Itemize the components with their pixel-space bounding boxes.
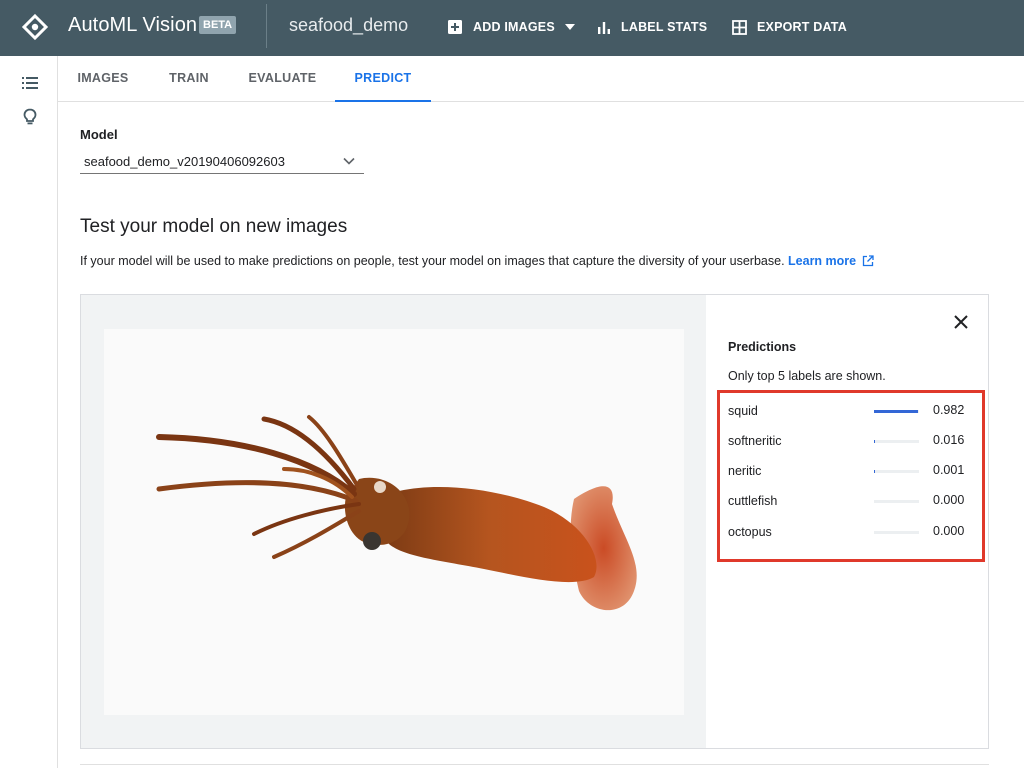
prediction-score-bar bbox=[874, 440, 919, 443]
prediction-score-bar bbox=[874, 410, 919, 413]
prediction-score: 0.000 bbox=[933, 524, 965, 538]
tab-train[interactable]: TRAIN bbox=[163, 56, 215, 102]
prediction-row: cuttlefish 0.000 bbox=[728, 492, 968, 512]
top-app-bar: AutoML Vision BETA seafood_demo ADD IMAG… bbox=[0, 0, 1024, 56]
prediction-score: 0.982 bbox=[933, 403, 965, 417]
prediction-panel: Predictions Only top 5 labels are shown.… bbox=[80, 294, 989, 749]
dropdown-arrow-icon bbox=[564, 24, 575, 30]
squid-image bbox=[156, 415, 637, 611]
learn-more-link[interactable]: Learn more bbox=[788, 254, 874, 268]
bottom-divider bbox=[80, 764, 989, 765]
test-image-area bbox=[81, 295, 706, 748]
tab-bar: IMAGES TRAIN EVALUATE PREDICT bbox=[58, 56, 1024, 102]
prediction-score-bar bbox=[874, 470, 919, 473]
grid-icon bbox=[732, 19, 747, 35]
prediction-label: squid bbox=[728, 404, 758, 418]
lightbulb-icon[interactable] bbox=[21, 108, 39, 126]
section-title: Test your model on new images bbox=[80, 216, 348, 237]
prediction-score: 0.000 bbox=[933, 493, 965, 507]
export-data-button[interactable]: EXPORT DATA bbox=[732, 17, 847, 37]
model-select-value: seafood_demo_v20190406092603 bbox=[84, 154, 285, 169]
prediction-row: squid 0.982 bbox=[728, 402, 968, 422]
chevron-down-icon bbox=[343, 157, 355, 165]
prediction-score-bar bbox=[874, 500, 919, 503]
tab-evaluate[interactable]: EVALUATE bbox=[244, 56, 321, 102]
close-icon[interactable] bbox=[952, 313, 970, 331]
app-title: AutoML Vision bbox=[68, 14, 198, 36]
list-icon[interactable] bbox=[21, 74, 39, 92]
add-images-button[interactable]: ADD IMAGES bbox=[447, 17, 585, 37]
tab-predict[interactable]: PREDICT bbox=[335, 56, 431, 102]
predictions-title: Predictions bbox=[728, 340, 797, 354]
prediction-score: 0.016 bbox=[933, 433, 965, 447]
prediction-row: octopus 0.000 bbox=[728, 523, 968, 543]
prediction-row: neritic 0.001 bbox=[728, 462, 968, 482]
export-data-label: EXPORT DATA bbox=[757, 20, 847, 34]
bar-chart-icon bbox=[598, 22, 610, 34]
prediction-label: cuttlefish bbox=[728, 494, 778, 508]
prediction-score-fill bbox=[874, 410, 919, 413]
model-select[interactable]: seafood_demo_v20190406092603 bbox=[80, 150, 364, 174]
add-box-icon bbox=[448, 20, 462, 34]
automl-logo-icon[interactable] bbox=[21, 13, 49, 41]
label-stats-label: LABEL STATS bbox=[621, 20, 708, 34]
prediction-score-fill bbox=[874, 440, 875, 443]
tab-images[interactable]: IMAGES bbox=[72, 56, 134, 102]
add-images-label: ADD IMAGES bbox=[473, 20, 555, 34]
beta-badge: BETA bbox=[199, 16, 237, 34]
topbar-divider bbox=[266, 4, 267, 48]
label-stats-button[interactable]: LABEL STATS bbox=[597, 17, 707, 37]
prediction-row: softneritic 0.016 bbox=[728, 432, 968, 452]
prediction-label: octopus bbox=[728, 525, 772, 539]
model-label: Model bbox=[80, 127, 118, 142]
predictions-note: Only top 5 labels are shown. bbox=[728, 369, 886, 383]
prediction-label: neritic bbox=[728, 464, 762, 478]
prediction-score-fill bbox=[874, 470, 875, 473]
project-name: seafood_demo bbox=[289, 15, 409, 35]
section-description: If your model will be used to make predi… bbox=[80, 254, 874, 268]
external-link-icon bbox=[862, 255, 874, 267]
learn-more-label: Learn more bbox=[788, 254, 857, 268]
description-text: If your model will be used to make predi… bbox=[80, 254, 785, 268]
prediction-label: softneritic bbox=[728, 434, 782, 448]
prediction-score-bar bbox=[874, 531, 919, 534]
test-image bbox=[104, 329, 684, 715]
active-tab-indicator bbox=[335, 100, 431, 102]
left-nav-rail bbox=[0, 56, 58, 768]
predictions-sidebar: Predictions Only top 5 labels are shown.… bbox=[706, 295, 988, 748]
prediction-score: 0.001 bbox=[933, 463, 965, 477]
